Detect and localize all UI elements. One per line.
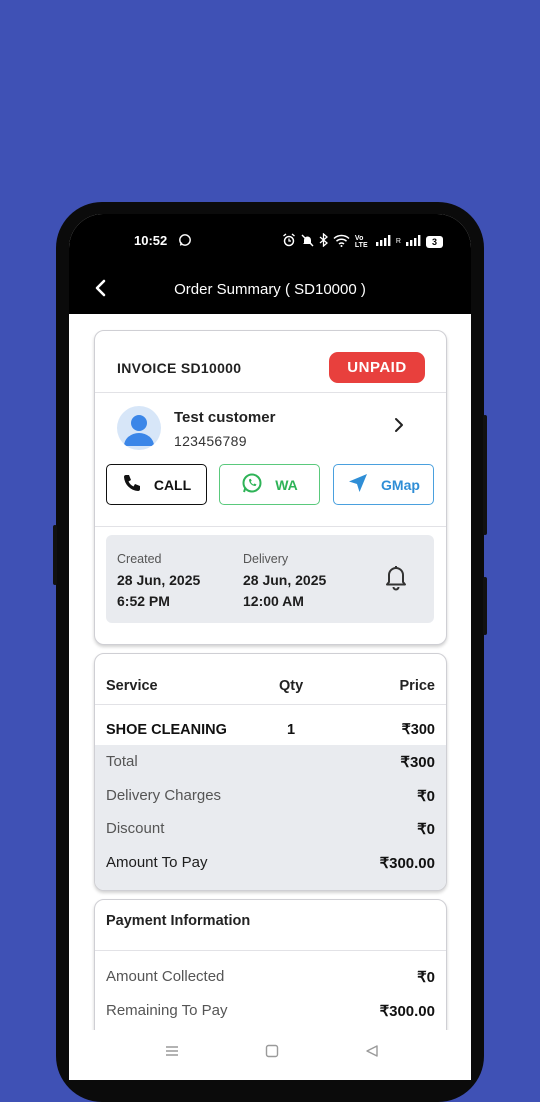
- summary-value: ₹0: [417, 788, 435, 805]
- divider: [95, 526, 446, 527]
- whatsapp-notification-icon: [178, 233, 192, 252]
- payment-label: Remaining To Pay: [106, 1002, 228, 1019]
- wifi-icon: [333, 234, 350, 250]
- signal-icon: [375, 234, 391, 249]
- price-cell: ₹300: [401, 722, 435, 738]
- bluetooth-icon: [319, 232, 328, 250]
- delivery-time: 12:00 AM: [243, 593, 304, 609]
- divider: [95, 392, 446, 393]
- payment-value: ₹0: [417, 969, 435, 986]
- phone-side-button-right-bottom: [483, 577, 487, 635]
- signal-icon-2: [405, 234, 421, 249]
- service-cell: SHOE CLEANING: [106, 722, 227, 738]
- summary-row-total: Total ₹300: [95, 745, 446, 778]
- summary-value: ₹300: [400, 754, 435, 771]
- back-triangle-icon[interactable]: [365, 1044, 379, 1063]
- delivery-label: Delivery: [243, 552, 289, 566]
- dates-panel: Created 28 Jun, 2025 6:52 PM Delivery 28…: [106, 535, 434, 623]
- created-date: 28 Jun, 2025: [117, 572, 201, 588]
- home-icon[interactable]: [265, 1044, 279, 1063]
- status-bar: 10:52 Vo LTE R 3: [69, 214, 471, 266]
- mute-icon: [301, 234, 314, 250]
- phone-screen: 10:52 Vo LTE R 3 Order Summary (SD10000…: [69, 214, 471, 1080]
- chevron-right-icon[interactable]: [392, 417, 406, 433]
- call-button[interactable]: CALL: [106, 464, 207, 505]
- bell-icon[interactable]: [383, 563, 409, 591]
- price-header: Price: [399, 678, 435, 694]
- service-header: Service: [106, 678, 158, 694]
- summary-row-delivery: Delivery Charges ₹0: [95, 779, 446, 812]
- payment-value: ₹300.00: [379, 1003, 435, 1020]
- phone-side-button-right-top: [483, 415, 487, 535]
- whatsapp-icon: [241, 472, 263, 497]
- battery-icon: 3: [425, 235, 443, 248]
- invoice-title: INVOICE SD10000: [117, 360, 242, 376]
- whatsapp-label: WA: [275, 476, 298, 493]
- summary-label: Delivery Charges: [106, 787, 222, 804]
- app-bar: Order Summary ( SD10000 ): [69, 266, 471, 314]
- phone-icon: [122, 473, 142, 496]
- invoice-card: INVOICE SD10000 UNPAID Test customer 123…: [94, 330, 447, 645]
- summary-value: ₹0: [417, 821, 435, 838]
- phone-side-button-left: [53, 525, 57, 585]
- customer-name: Test customer: [174, 409, 276, 426]
- summary-row-discount: Discount ₹0: [95, 812, 446, 845]
- gmap-label: GMap: [381, 476, 420, 493]
- menu-icon[interactable]: [165, 1044, 179, 1063]
- whatsapp-button[interactable]: WA: [219, 464, 320, 505]
- call-label: CALL: [153, 476, 192, 493]
- service-card: Service Qty Price SHOE CLEANING 1 ₹300 T…: [94, 653, 447, 891]
- customer-phone: 123456789: [174, 433, 247, 449]
- volte-label: Vo LTE: [354, 234, 368, 249]
- qty-header: Qty: [279, 678, 304, 694]
- summary-panel: Total ₹300 Delivery Charges ₹0 Discount …: [95, 745, 446, 890]
- created-time: 6:52 PM: [117, 593, 170, 609]
- summary-value: ₹300.00: [379, 855, 435, 872]
- divider: [95, 950, 446, 951]
- payment-label: Amount Collected: [106, 968, 225, 985]
- navigation-icon: [347, 472, 369, 497]
- payment-title: Payment Information: [106, 913, 251, 929]
- delivery-date: 28 Jun, 2025: [243, 572, 327, 588]
- status-time: 10:52: [134, 233, 168, 248]
- main-content: INVOICE SD10000 UNPAID Test customer 123…: [69, 314, 471, 1061]
- system-nav-bar: [69, 1030, 471, 1080]
- summary-row-amount-to-pay: Amount To Pay ₹300.00: [95, 846, 446, 879]
- summary-label: Amount To Pay: [106, 854, 208, 871]
- summary-label: Total: [106, 753, 138, 770]
- qty-cell: 1: [287, 722, 296, 738]
- alarm-icon: [282, 233, 296, 250]
- person-icon: [124, 415, 154, 446]
- payment-row-collected: Amount Collected ₹0: [95, 960, 446, 993]
- divider: [95, 704, 446, 705]
- page-title: Order Summary ( SD10000 ): [174, 281, 366, 298]
- roaming-label: R: [395, 238, 401, 245]
- summary-label: Discount: [106, 820, 165, 837]
- payment-row-remaining: Remaining To Pay ₹300.00: [95, 994, 446, 1027]
- avatar: [117, 406, 161, 450]
- gmap-button[interactable]: GMap: [333, 464, 434, 505]
- created-label: Created: [117, 552, 162, 566]
- status-badge: UNPAID: [329, 352, 425, 383]
